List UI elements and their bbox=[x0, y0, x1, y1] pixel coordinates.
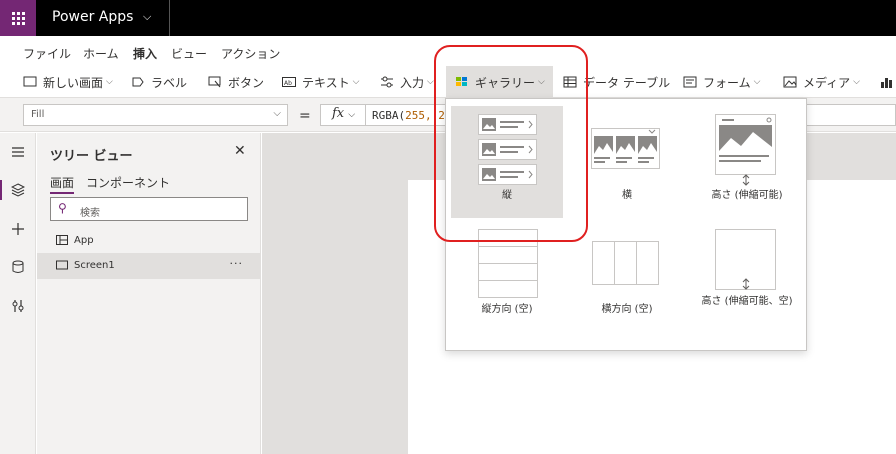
divider bbox=[169, 0, 170, 36]
search-icon: ⚲ bbox=[58, 201, 67, 215]
button-icon bbox=[208, 76, 222, 88]
property-value: Fill bbox=[31, 109, 45, 120]
gallery-button-label: ギャラリー bbox=[475, 75, 536, 90]
input-button-label: 入力 bbox=[400, 75, 425, 90]
gallery-option-horizontal-blank[interactable]: 横方向 (空) bbox=[571, 222, 683, 334]
tab-components[interactable]: コンポーネント bbox=[86, 174, 170, 191]
gallery-option-vertical[interactable]: 縦 bbox=[451, 106, 563, 218]
tree-item-app[interactable]: App bbox=[37, 228, 261, 254]
image-icon bbox=[783, 76, 797, 88]
gallery-button[interactable]: ギャラリー ⌵ bbox=[446, 66, 553, 98]
tree-item-screen1[interactable]: Screen1 ··· bbox=[37, 253, 261, 279]
chevron-down-icon: ⌵ bbox=[273, 108, 281, 119]
flexible-height-gallery-icon bbox=[715, 114, 776, 186]
text-icon: Ab bbox=[282, 76, 296, 88]
chevron-down-icon: ⌵ bbox=[352, 77, 360, 87]
left-rail bbox=[0, 133, 36, 454]
chevron-down-icon: ⌵ bbox=[753, 77, 761, 87]
vertical-gallery-icon bbox=[478, 114, 537, 185]
chevron-down-icon: ⌵ bbox=[427, 77, 434, 87]
tree-item-label: App bbox=[74, 235, 94, 246]
formula-args: 255, 2 bbox=[405, 109, 445, 122]
ribbon-toolbar: 新しい画面 ⌵ ラベル ボタン Ab テキスト ⌵ 入力 ⌵ ギャラリー ⌵ デ… bbox=[0, 66, 896, 98]
gallery-option-flexible-height-blank[interactable]: 高さ (伸縮可能、空) bbox=[691, 222, 803, 334]
flexible-height-blank-gallery-icon bbox=[715, 229, 776, 290]
app-launcher-button[interactable] bbox=[0, 0, 36, 36]
tree-search-input[interactable]: ⚲ 検索 bbox=[50, 197, 248, 221]
new-screen-label: 新しい画面 bbox=[43, 75, 104, 90]
gallery-option-horizontal[interactable]: 横 bbox=[571, 106, 683, 218]
tab-screens[interactable]: 画面 bbox=[50, 174, 75, 194]
menu-bar: ファイル ホーム 挿入 ビュー アクション bbox=[0, 36, 896, 68]
new-screen-button[interactable]: 新しい画面 ⌵ bbox=[23, 66, 113, 98]
app-icon bbox=[56, 235, 68, 245]
gallery-option-label: 縦方向 (空) bbox=[481, 304, 533, 315]
chevron-down-icon: ⌵ bbox=[348, 110, 356, 120]
app-title[interactable]: Power Apps bbox=[52, 9, 133, 25]
fx-icon: fx bbox=[332, 106, 345, 121]
equals-sign: = bbox=[299, 108, 311, 124]
gallery-option-label: 横 bbox=[622, 190, 632, 201]
gallery-icon bbox=[455, 76, 469, 88]
gallery-option-label: 縦 bbox=[502, 190, 512, 201]
input-button[interactable]: 入力 ⌵ bbox=[380, 66, 434, 98]
table-icon bbox=[563, 76, 577, 88]
fx-button[interactable]: fx ⌵ bbox=[320, 104, 366, 126]
media-button-label: メディア bbox=[803, 75, 851, 90]
chevron-down-icon: ⌵ bbox=[106, 77, 113, 87]
gallery-option-label: 横方向 (空) bbox=[601, 304, 653, 315]
screen-icon bbox=[56, 260, 68, 270]
tree-item-label: Screen1 bbox=[74, 260, 115, 271]
label-icon bbox=[131, 76, 145, 88]
form-icon bbox=[683, 76, 697, 88]
form-button[interactable]: フォーム ⌵ bbox=[683, 66, 760, 98]
plus-icon[interactable] bbox=[0, 216, 36, 242]
horizontal-blank-gallery-icon bbox=[592, 241, 659, 285]
data-table-label: データ テーブル bbox=[583, 75, 671, 90]
close-icon[interactable]: ✕ bbox=[234, 143, 246, 159]
tab-insert[interactable]: 挿入 bbox=[133, 45, 158, 68]
text-button-label: テキスト bbox=[302, 75, 350, 90]
label-button[interactable]: ラベル bbox=[131, 66, 187, 98]
screen-icon bbox=[23, 76, 37, 88]
chevron-down-icon: ⌵ bbox=[538, 77, 545, 87]
tools-icon[interactable] bbox=[0, 293, 36, 319]
chevron-down-icon: ⌵ bbox=[853, 77, 860, 87]
input-icon bbox=[380, 76, 394, 88]
gallery-option-vertical-blank[interactable]: 縦方向 (空) bbox=[451, 222, 563, 334]
tab-file[interactable]: ファイル bbox=[23, 45, 71, 62]
gallery-option-flexible-height[interactable]: 高さ (伸縮可能) bbox=[691, 106, 803, 218]
gallery-option-label: 高さ (伸縮可能、空) bbox=[701, 296, 793, 307]
button-button[interactable]: ボタン bbox=[208, 66, 264, 98]
search-placeholder: 検索 bbox=[80, 208, 100, 219]
layers-icon[interactable] bbox=[0, 177, 36, 203]
button-button-label: ボタン bbox=[228, 75, 265, 90]
hamburger-icon[interactable] bbox=[0, 139, 36, 165]
tree-view-panel: ツリー ビュー ✕ 画面 コンポーネント ⚲ 検索 App Screen1 ··… bbox=[37, 133, 261, 454]
tab-action[interactable]: アクション bbox=[221, 45, 280, 62]
text-button[interactable]: Ab テキスト ⌵ bbox=[282, 66, 359, 98]
tab-view[interactable]: ビュー bbox=[171, 45, 207, 62]
waffle-icon bbox=[11, 11, 25, 25]
chart-button[interactable] bbox=[880, 66, 896, 98]
database-icon[interactable] bbox=[0, 254, 36, 280]
top-bar: Power Apps ⌵ bbox=[0, 0, 896, 36]
media-button[interactable]: メディア ⌵ bbox=[783, 66, 860, 98]
gallery-dropdown-menu: 縦 横 高さ (伸縮可能) 縦方向 (空) 横方向 (空) 高さ (伸縮可能、空… bbox=[445, 98, 807, 351]
label-button-label: ラベル bbox=[151, 75, 188, 90]
tab-home[interactable]: ホーム bbox=[83, 45, 119, 62]
more-options-icon[interactable]: ··· bbox=[230, 257, 244, 270]
horizontal-gallery-icon bbox=[591, 128, 660, 169]
chart-icon bbox=[880, 76, 894, 88]
form-button-label: フォーム bbox=[703, 75, 751, 90]
data-table-button[interactable]: データ テーブル bbox=[563, 66, 670, 98]
vertical-blank-gallery-icon bbox=[478, 229, 538, 298]
property-dropdown[interactable]: Fill ⌵ bbox=[23, 104, 288, 126]
tree-view-title: ツリー ビュー bbox=[50, 149, 133, 164]
chevron-down-icon[interactable]: ⌵ bbox=[143, 10, 151, 24]
gallery-option-label: 高さ (伸縮可能) bbox=[711, 190, 783, 201]
svg-text:Ab: Ab bbox=[284, 80, 292, 87]
formula-function: RGBA( bbox=[372, 109, 406, 122]
